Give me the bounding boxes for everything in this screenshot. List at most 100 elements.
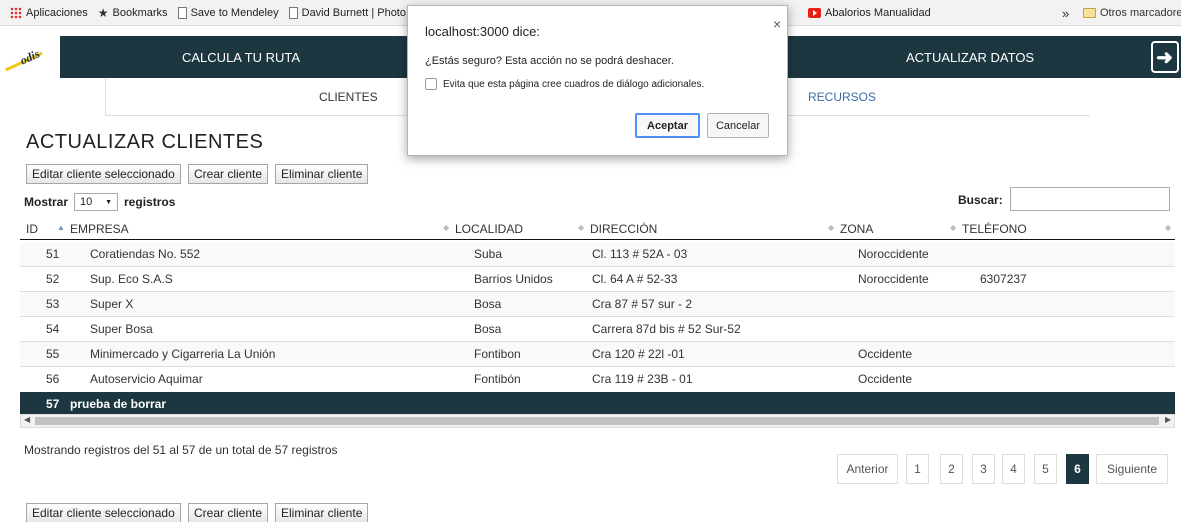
bookmark-apps[interactable]: Aplicaciones xyxy=(10,6,88,19)
scrollbar-thumb[interactable] xyxy=(35,417,1159,425)
horizontal-scrollbar[interactable]: ◀ ▶ xyxy=(20,414,1175,428)
cell-id: 52 xyxy=(46,272,60,286)
tab-clientes[interactable]: CLIENTES xyxy=(319,90,378,104)
chevron-double-right-icon: » xyxy=(1062,6,1070,21)
table-header: ID ▲ EMPRESA ◆ LOCALIDAD ◆ DIRECCIÓN ◆ Z… xyxy=(20,218,1175,240)
confirm-dialog: localhost:3000 dice: × ¿Estás seguro? Es… xyxy=(407,5,788,156)
bookmark-abalorios[interactable]: Abalorios Manualidad xyxy=(808,7,931,19)
checkbox-label: Evita que esta página cree cuadros de di… xyxy=(443,78,705,90)
tab-recursos[interactable]: RECURSOS xyxy=(808,90,876,104)
page-length-value: 10 xyxy=(80,196,93,208)
table-row-selected[interactable]: 57 prueba de borrar xyxy=(20,392,1175,416)
pagination-page[interactable]: 5 xyxy=(1034,454,1057,484)
create-client-button-bottom[interactable]: Crear cliente xyxy=(188,503,269,522)
sort-icon: ◆ xyxy=(1165,223,1172,232)
bookmark-bookmarks[interactable]: ★ Bookmarks xyxy=(98,6,168,20)
bookmark-label: Otros marcadores xyxy=(1100,7,1181,19)
pagination-page[interactable]: 3 xyxy=(972,454,995,484)
page-icon xyxy=(288,6,298,19)
edit-client-button[interactable]: Editar cliente seleccionado xyxy=(26,164,181,184)
sort-icon: ◆ xyxy=(443,223,450,232)
column-header-localidad[interactable]: LOCALIDAD xyxy=(455,222,523,236)
bookmark-mendeley[interactable]: Save to Mendeley xyxy=(177,6,279,19)
create-client-button[interactable]: Crear cliente xyxy=(188,164,269,184)
dialog-title: localhost:3000 dice: xyxy=(425,24,540,39)
close-icon[interactable]: × xyxy=(773,16,781,32)
cell-id: 55 xyxy=(46,347,60,361)
nav-calcula-ruta[interactable]: CALCULA TU RUTA xyxy=(182,36,300,78)
bookmark-label: Aplicaciones xyxy=(26,6,88,19)
star-icon: ★ xyxy=(97,5,109,20)
cell-direccion: Cra 120 # 22l -01 xyxy=(592,347,685,361)
table-info: Mostrando registros del 51 al 57 de un t… xyxy=(24,443,338,457)
bookmark-label: David Burnett | Photo xyxy=(301,6,406,19)
column-header-telefono[interactable]: TELÉFONO xyxy=(962,222,1027,236)
length-label: Mostrar xyxy=(24,195,69,209)
cancel-button[interactable]: Cancelar xyxy=(707,113,769,138)
nav-actualizar-datos[interactable]: ACTUALIZAR DATOS xyxy=(906,36,1034,78)
sort-asc-icon: ▲ xyxy=(57,223,65,232)
edit-client-button-bottom[interactable]: Editar cliente seleccionado xyxy=(26,503,181,522)
page-length-select[interactable]: 10 ▼ xyxy=(74,193,119,211)
sort-icon: ◆ xyxy=(828,223,835,232)
pagination-page-active[interactable]: 6 xyxy=(1066,454,1089,484)
pagination-page[interactable]: 4 xyxy=(1002,454,1025,484)
dialog-message: ¿Estás seguro? Esta acción no se podrá d… xyxy=(425,55,674,67)
column-header-zona[interactable]: ZONA xyxy=(840,222,873,236)
cell-localidad: Bosa xyxy=(474,297,502,311)
cell-empresa: Minimercado y Cigarreria La Unión xyxy=(90,347,276,361)
table-row[interactable]: 56 Autoservicio Aquimar Fontibón Cra 119… xyxy=(20,367,1175,391)
cell-empresa: Super Bosa xyxy=(90,322,153,336)
table-row[interactable]: 54 Super Bosa Bosa Carrera 87d bis # 52 … xyxy=(20,317,1175,341)
cell-id: 54 xyxy=(46,322,60,336)
cell-empresa: Super X xyxy=(90,297,134,311)
cell-id: 51 xyxy=(46,247,60,261)
cell-empresa: Sup. Eco S.A.S xyxy=(90,272,173,286)
pagination-next[interactable]: Siguiente xyxy=(1096,454,1168,484)
checkbox-box[interactable] xyxy=(425,78,437,90)
cell-telefono: 6307237 xyxy=(980,272,1027,286)
search-input[interactable] xyxy=(1010,187,1170,211)
logout-button[interactable]: ➜ xyxy=(1148,36,1181,78)
cell-empresa: prueba de borrar xyxy=(70,397,167,411)
table-row[interactable]: 55 Minimercado y Cigarreria La Unión Fon… xyxy=(20,342,1175,366)
chevron-down-icon: ▼ xyxy=(105,198,113,206)
pagination-prev[interactable]: Anterior xyxy=(837,454,898,484)
pagination-page[interactable]: 1 xyxy=(906,454,929,484)
delete-client-button-bottom[interactable]: Eliminar cliente xyxy=(275,503,369,522)
accept-button[interactable]: Aceptar xyxy=(635,113,700,138)
search-label: Buscar: xyxy=(958,193,1003,207)
cell-localidad: Suba xyxy=(474,247,503,261)
length-suffix: registros xyxy=(124,195,176,209)
table-row[interactable]: 52 Sup. Eco S.A.S Barrios Unidos Cl. 64 … xyxy=(20,267,1175,291)
cell-zona: Occidente xyxy=(858,347,913,361)
youtube-icon xyxy=(808,8,821,18)
sort-icon: ◆ xyxy=(950,223,957,232)
bookmark-david-burnett[interactable]: David Burnett | Photo xyxy=(288,6,406,19)
sort-icon: ◆ xyxy=(578,223,585,232)
bookmarks-overflow-button[interactable]: » xyxy=(1062,6,1069,21)
scroll-left-icon[interactable]: ◀ xyxy=(24,415,30,424)
cell-direccion: Carrera 87d bis # 52 Sur-52 xyxy=(592,322,741,336)
subnav-divider xyxy=(105,78,106,116)
table-row[interactable]: 53 Super X Bosa Cra 87 # 57 sur - 2 xyxy=(20,292,1175,316)
cell-direccion: Cra 119 # 23B - 01 xyxy=(592,372,693,386)
pagination-page[interactable]: 2 xyxy=(940,454,963,484)
delete-client-button[interactable]: Eliminar cliente xyxy=(275,164,369,184)
cell-direccion: Cra 87 # 57 sur - 2 xyxy=(592,297,693,311)
column-header-id[interactable]: ID xyxy=(26,222,38,236)
cell-localidad: Bosa xyxy=(474,322,502,336)
bookmark-other-folder[interactable]: Otros marcadores xyxy=(1083,7,1181,19)
cell-localidad: Barrios Unidos xyxy=(474,272,553,286)
length-control: Mostrar 10 ▼ registros xyxy=(24,193,175,211)
cell-localidad: Fontibón xyxy=(474,372,521,386)
column-header-empresa[interactable]: EMPRESA xyxy=(70,222,129,236)
cell-id: 57 xyxy=(46,397,60,411)
logo[interactable]: odis xyxy=(0,36,60,78)
suppress-dialogs-checkbox[interactable]: Evita que esta página cree cuadros de di… xyxy=(425,78,704,90)
column-header-direccion[interactable]: DIRECCIÓN xyxy=(590,222,657,236)
cell-zona: Noroccidente xyxy=(858,247,929,261)
table-row[interactable]: 51 Coratiendas No. 552 Suba Cl. 113 # 52… xyxy=(20,242,1175,266)
scroll-right-icon[interactable]: ▶ xyxy=(1165,415,1171,424)
folder-icon xyxy=(1083,8,1096,18)
